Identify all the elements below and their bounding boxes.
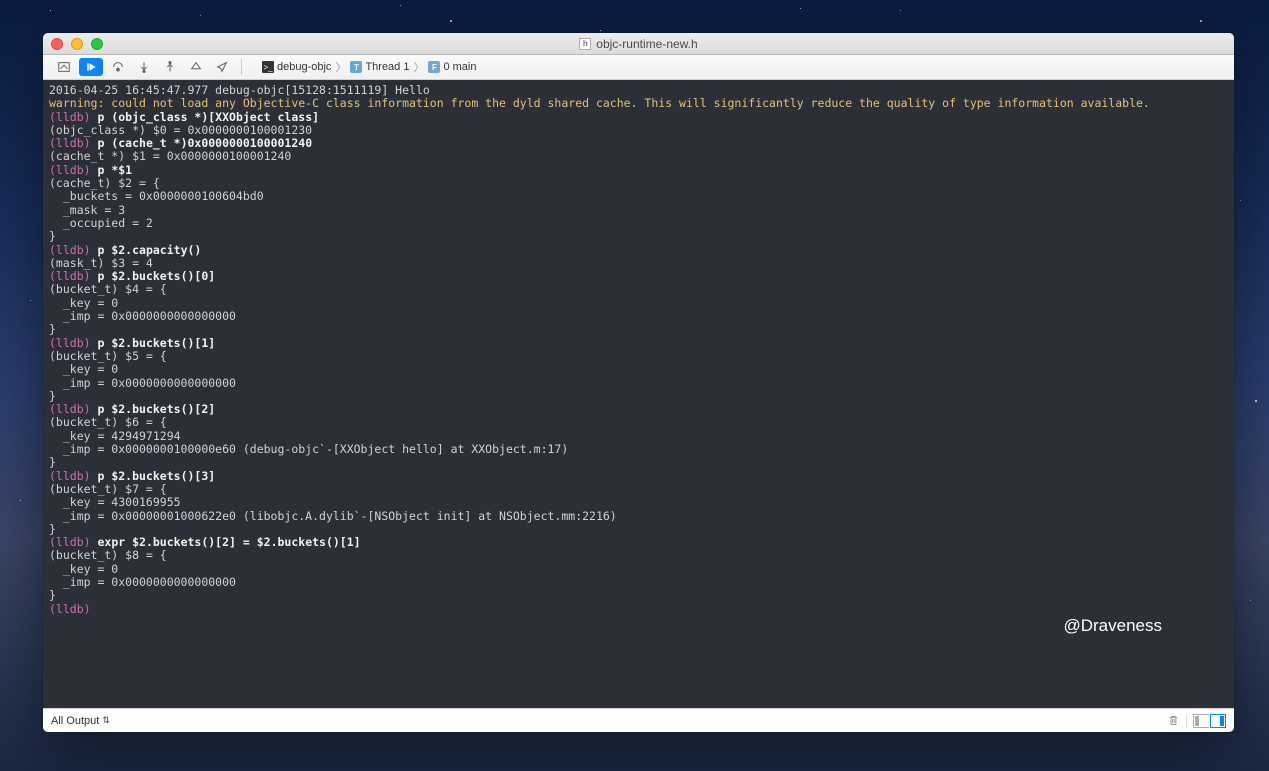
debug-view-hierarchy-button[interactable]	[185, 58, 207, 76]
console-output[interactable]: 2016-04-25 16:45:47.977 debug-objc[15128…	[43, 80, 1234, 620]
step-out-button[interactable]	[159, 58, 181, 76]
breadcrumb: >_ debug-objc 〉 T Thread 1 〉 F 0 main	[258, 59, 481, 75]
breadcrumb-thread[interactable]: T Thread 1	[346, 61, 413, 73]
frame-icon: F	[428, 61, 440, 73]
xcode-window: h objc-runtime-new.h >_ debug-	[43, 33, 1234, 732]
watermark: @Draveness	[1063, 616, 1162, 636]
hide-debug-area-button[interactable]	[53, 58, 75, 76]
terminal-icon: >_	[262, 61, 274, 73]
trash-button[interactable]	[1166, 714, 1180, 728]
traffic-lights	[51, 38, 103, 50]
simulate-location-button[interactable]	[211, 58, 233, 76]
title-label: objc-runtime-new.h	[596, 37, 697, 51]
minimize-button[interactable]	[71, 38, 83, 50]
breadcrumb-frame[interactable]: F 0 main	[424, 61, 480, 73]
continue-button[interactable]	[79, 58, 103, 76]
output-filter[interactable]: All Output ⇅	[51, 715, 110, 727]
debug-console[interactable]: 2016-04-25 16:45:47.977 debug-objc[15128…	[43, 80, 1234, 708]
filter-arrows-icon: ⇅	[102, 715, 110, 726]
step-into-button[interactable]	[133, 58, 155, 76]
separator	[1186, 714, 1187, 728]
breadcrumb-process[interactable]: >_ debug-objc	[258, 61, 335, 73]
breadcrumb-separator: 〉	[413, 59, 424, 75]
step-over-button[interactable]	[107, 58, 129, 76]
separator	[241, 59, 242, 75]
variables-view-toggle[interactable]	[1193, 714, 1209, 728]
close-button[interactable]	[51, 38, 63, 50]
console-view-toggle[interactable]	[1210, 714, 1226, 728]
zoom-button[interactable]	[91, 38, 103, 50]
debug-toolbar: >_ debug-objc 〉 T Thread 1 〉 F 0 main	[43, 55, 1234, 80]
panel-toggles	[1193, 714, 1226, 728]
breadcrumb-separator: 〉	[335, 59, 346, 75]
thread-icon: T	[350, 61, 362, 73]
titlebar[interactable]: h objc-runtime-new.h	[43, 33, 1234, 55]
header-file-icon: h	[579, 38, 591, 50]
statusbar: All Output ⇅	[43, 708, 1234, 732]
window-title: h objc-runtime-new.h	[579, 37, 697, 51]
